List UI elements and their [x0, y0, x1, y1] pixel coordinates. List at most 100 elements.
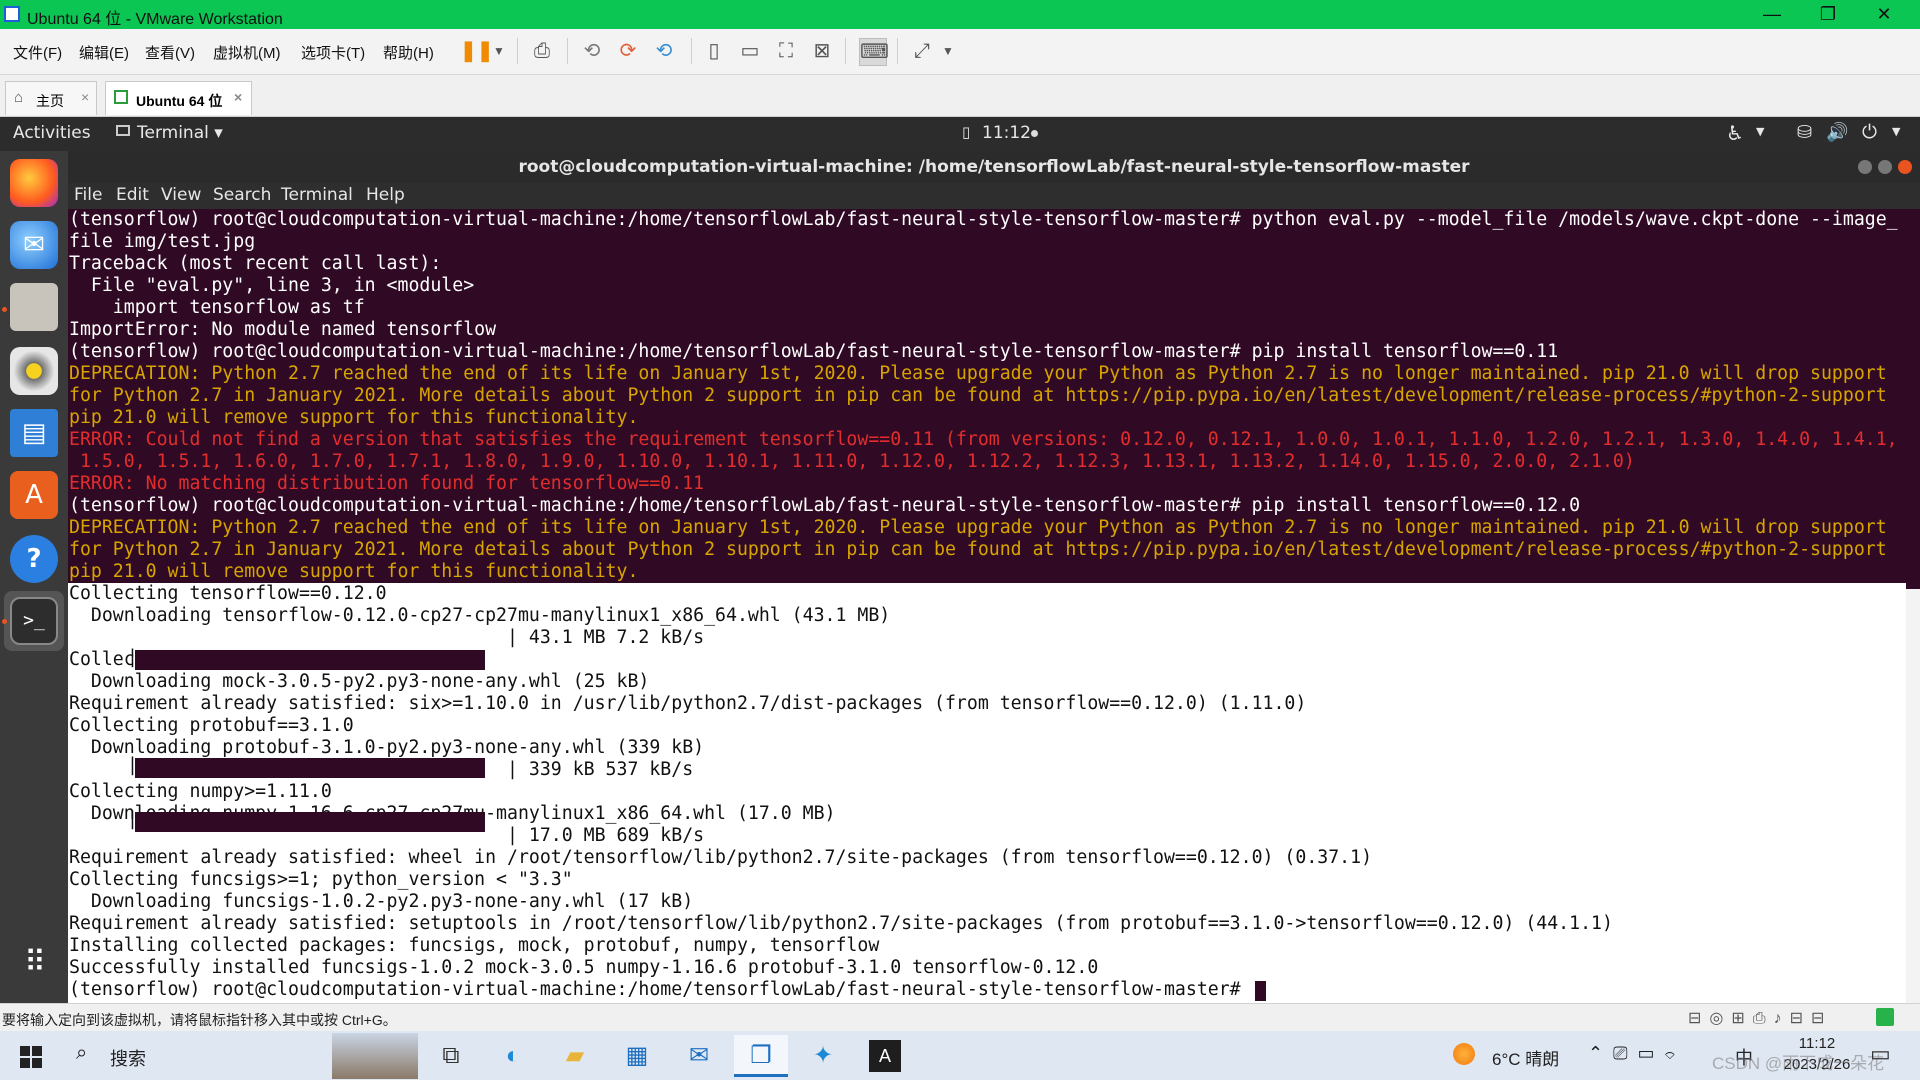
terminal-line: Downloading mock-3.0.5-py2.py3-none-any.…	[69, 671, 650, 692]
fullscreen-icon[interactable]: ⛶	[773, 38, 799, 64]
chevron-down-icon[interactable]: ▼	[1756, 125, 1764, 138]
device-icons[interactable]: ⊟◎⊞⎙♪⊟⊟	[1688, 1008, 1832, 1028]
thunderbird-icon[interactable]: ✉	[10, 221, 58, 269]
network-icon[interactable]: ⛁	[1797, 122, 1812, 143]
terminal-line: pip 21.0 will remove support for this fu…	[69, 407, 639, 428]
toolbar-separator	[897, 38, 898, 64]
power-icon[interactable]: ⏻	[1862, 121, 1877, 143]
terminal-icon[interactable]: >_	[10, 597, 58, 645]
snapshot-manager-icon[interactable]: ⟲	[651, 38, 677, 64]
unity-icon[interactable]: ⊠	[809, 38, 835, 64]
terminal-line: (tensorflow) root@cloudcomputation-virtu…	[69, 979, 1252, 1000]
menu-vm[interactable]: 虚拟机(M)	[213, 42, 281, 63]
files-icon[interactable]	[10, 283, 58, 331]
ubuntu-topbar: Activities Terminal ▾ ▯ 11:12 ♿ ▼ ⛁ 🔊 ⏻ …	[0, 117, 1920, 151]
snapshot-icon[interactable]: ⟲	[579, 38, 605, 64]
menu-edit[interactable]: 编辑(E)	[79, 42, 129, 63]
minimize-button[interactable]: —	[1744, 0, 1800, 29]
task-view-icon[interactable]: ⧉	[424, 1035, 478, 1077]
terminal-line: pip 21.0 will remove support for this fu…	[69, 561, 639, 582]
weather-icon	[1453, 1043, 1475, 1065]
message-icon[interactable]	[1876, 1008, 1894, 1026]
activities-button[interactable]: Activities	[13, 123, 91, 143]
windows-start-icon[interactable]	[20, 1046, 42, 1068]
minimize-icon[interactable]	[1858, 160, 1872, 174]
mail-icon[interactable]: ✉	[672, 1035, 726, 1077]
calendar-icon: ▯	[962, 123, 971, 141]
tab-ubuntu-label: Ubuntu 64 位	[136, 93, 223, 109]
feishu-icon[interactable]: ✦	[796, 1035, 850, 1077]
notification-dot	[1031, 130, 1038, 137]
watermark: CSDN @雨下成一朵花	[1712, 1054, 1885, 1073]
rhythmbox-icon[interactable]	[10, 347, 58, 395]
vmware-statusbar: 要将输入定向到该虚拟机，请将鼠标指针移入其中或按 Ctrl+G。 ⊟◎⊞⎙♪⊟⊟	[0, 1003, 1920, 1032]
terminal-line: ERROR: Could not find a version that sat…	[69, 429, 1898, 450]
volume-icon[interactable]: 🔊	[1826, 122, 1848, 143]
terminal-menu-edit[interactable]: Edit	[116, 185, 149, 205]
terminal-scrollbar[interactable]	[1906, 589, 1920, 1003]
maximize-icon[interactable]	[1878, 160, 1892, 174]
stretch-icon[interactable]: ⤢	[909, 38, 935, 64]
close-icon[interactable]: ×	[81, 89, 89, 105]
menu-tabs[interactable]: 选项卡(T)	[301, 42, 365, 63]
terminal-line: 1.5.0, 1.5.1, 1.6.0, 1.7.0, 1.7.1, 1.8.0…	[69, 451, 1635, 472]
weather-text[interactable]: 6°C 晴朗	[1492, 1045, 1559, 1070]
menu-view[interactable]: 查看(V)	[145, 42, 195, 63]
pause-icon[interactable]: ❚❚	[460, 38, 494, 64]
tab-home[interactable]: ⌂ 主页 ×	[5, 81, 97, 115]
terminal-line: Requirement already satisfied: six>=1.10…	[69, 693, 1307, 714]
thumbnail-icon[interactable]: ▭	[737, 38, 763, 64]
close-button[interactable]: ✕	[1856, 0, 1912, 29]
terminal-menu-search[interactable]: Search	[213, 185, 271, 205]
file-explorer-icon[interactable]: ▰	[548, 1035, 602, 1077]
tray-icons[interactable]: ⌃⎚▭⌔	[1588, 1043, 1685, 1064]
terminal-line: Traceback (most recent call last):	[69, 253, 442, 274]
terminal-menu-view[interactable]: View	[161, 185, 201, 205]
clock[interactable]: 11:12	[982, 123, 1031, 143]
terminal-line: Successfully installed funcsigs-1.0.2 mo…	[69, 957, 1099, 978]
terminal-menu-terminal[interactable]: Terminal	[281, 185, 353, 205]
firefox-icon[interactable]	[10, 159, 58, 207]
terminal-line: Downloading tensorflow-0.12.0-cp27-cp27m…	[69, 605, 891, 626]
terminal-output[interactable]: (tensorflow) root@cloudcomputation-virtu…	[68, 209, 1920, 1003]
terminal-titlebar: root@cloudcomputation-virtual-machine: /…	[68, 151, 1920, 183]
tab-ubuntu[interactable]: Ubuntu 64 位 ×	[105, 81, 252, 115]
terminal-line: File "eval.py", line 3, in <module>	[69, 275, 475, 296]
help-icon[interactable]: ?	[10, 535, 58, 583]
tab-home-label: 主页	[36, 93, 64, 109]
terminal-line: DEPRECATION: Python 2.7 reached the end …	[69, 363, 1887, 384]
chevron-down-icon[interactable]: ▼	[1892, 125, 1900, 138]
chevron-down-icon[interactable]: ▼	[935, 38, 961, 64]
terminal-line: Collecting numpy>=1.11.0	[69, 781, 332, 802]
revert-snapshot-icon[interactable]: ⟳	[615, 38, 641, 64]
terminal-app-icon	[116, 125, 130, 136]
restore-button[interactable]: ❐	[1800, 0, 1856, 29]
terminal-menubar: File Edit View Search Terminal Help	[68, 183, 1920, 209]
acrobat-icon[interactable]: A	[869, 1040, 901, 1072]
terminal-line: Installing collected packages: funcsigs,…	[69, 935, 880, 956]
terminal-menu-help[interactable]: Help	[366, 185, 405, 205]
terminal-menu-file[interactable]: File	[74, 185, 102, 205]
store-icon[interactable]: ▦	[610, 1035, 664, 1077]
terminal-line: file img/test.jpg	[69, 231, 256, 252]
menu-file[interactable]: 文件(F)	[13, 42, 62, 63]
close-icon[interactable]	[1898, 160, 1912, 174]
app-menu[interactable]: Terminal ▾	[137, 123, 223, 143]
writer-icon[interactable]: ▤	[10, 409, 58, 457]
chevron-down-icon[interactable]: ▼	[486, 38, 512, 64]
software-center-icon[interactable]: A	[10, 471, 58, 519]
accessibility-icon[interactable]: ♿	[1726, 121, 1744, 145]
send-keys-icon[interactable]: ⎙	[529, 38, 555, 64]
menu-help[interactable]: 帮助(H)	[383, 42, 434, 63]
terminal-line: Downloading protobuf-3.1.0-py2.py3-none-…	[69, 737, 705, 758]
edge-icon[interactable]: ◐	[486, 1035, 540, 1077]
search-icon[interactable]: ⌕	[76, 1042, 87, 1065]
close-icon[interactable]: ×	[234, 89, 242, 105]
sidebar-toggle-icon[interactable]: ▯	[701, 38, 727, 64]
show-apps-icon[interactable]: ⠿	[10, 941, 58, 989]
console-view-icon[interactable]: ⌨	[859, 38, 889, 66]
terminal-line: ImportError: No module named tensorflow	[69, 319, 497, 340]
vmware-taskbar-icon[interactable]: ❐	[734, 1035, 788, 1077]
taskbar-search[interactable]: 搜索	[110, 1045, 146, 1071]
notification-icon[interactable]: ▭	[1870, 1041, 1891, 1067]
